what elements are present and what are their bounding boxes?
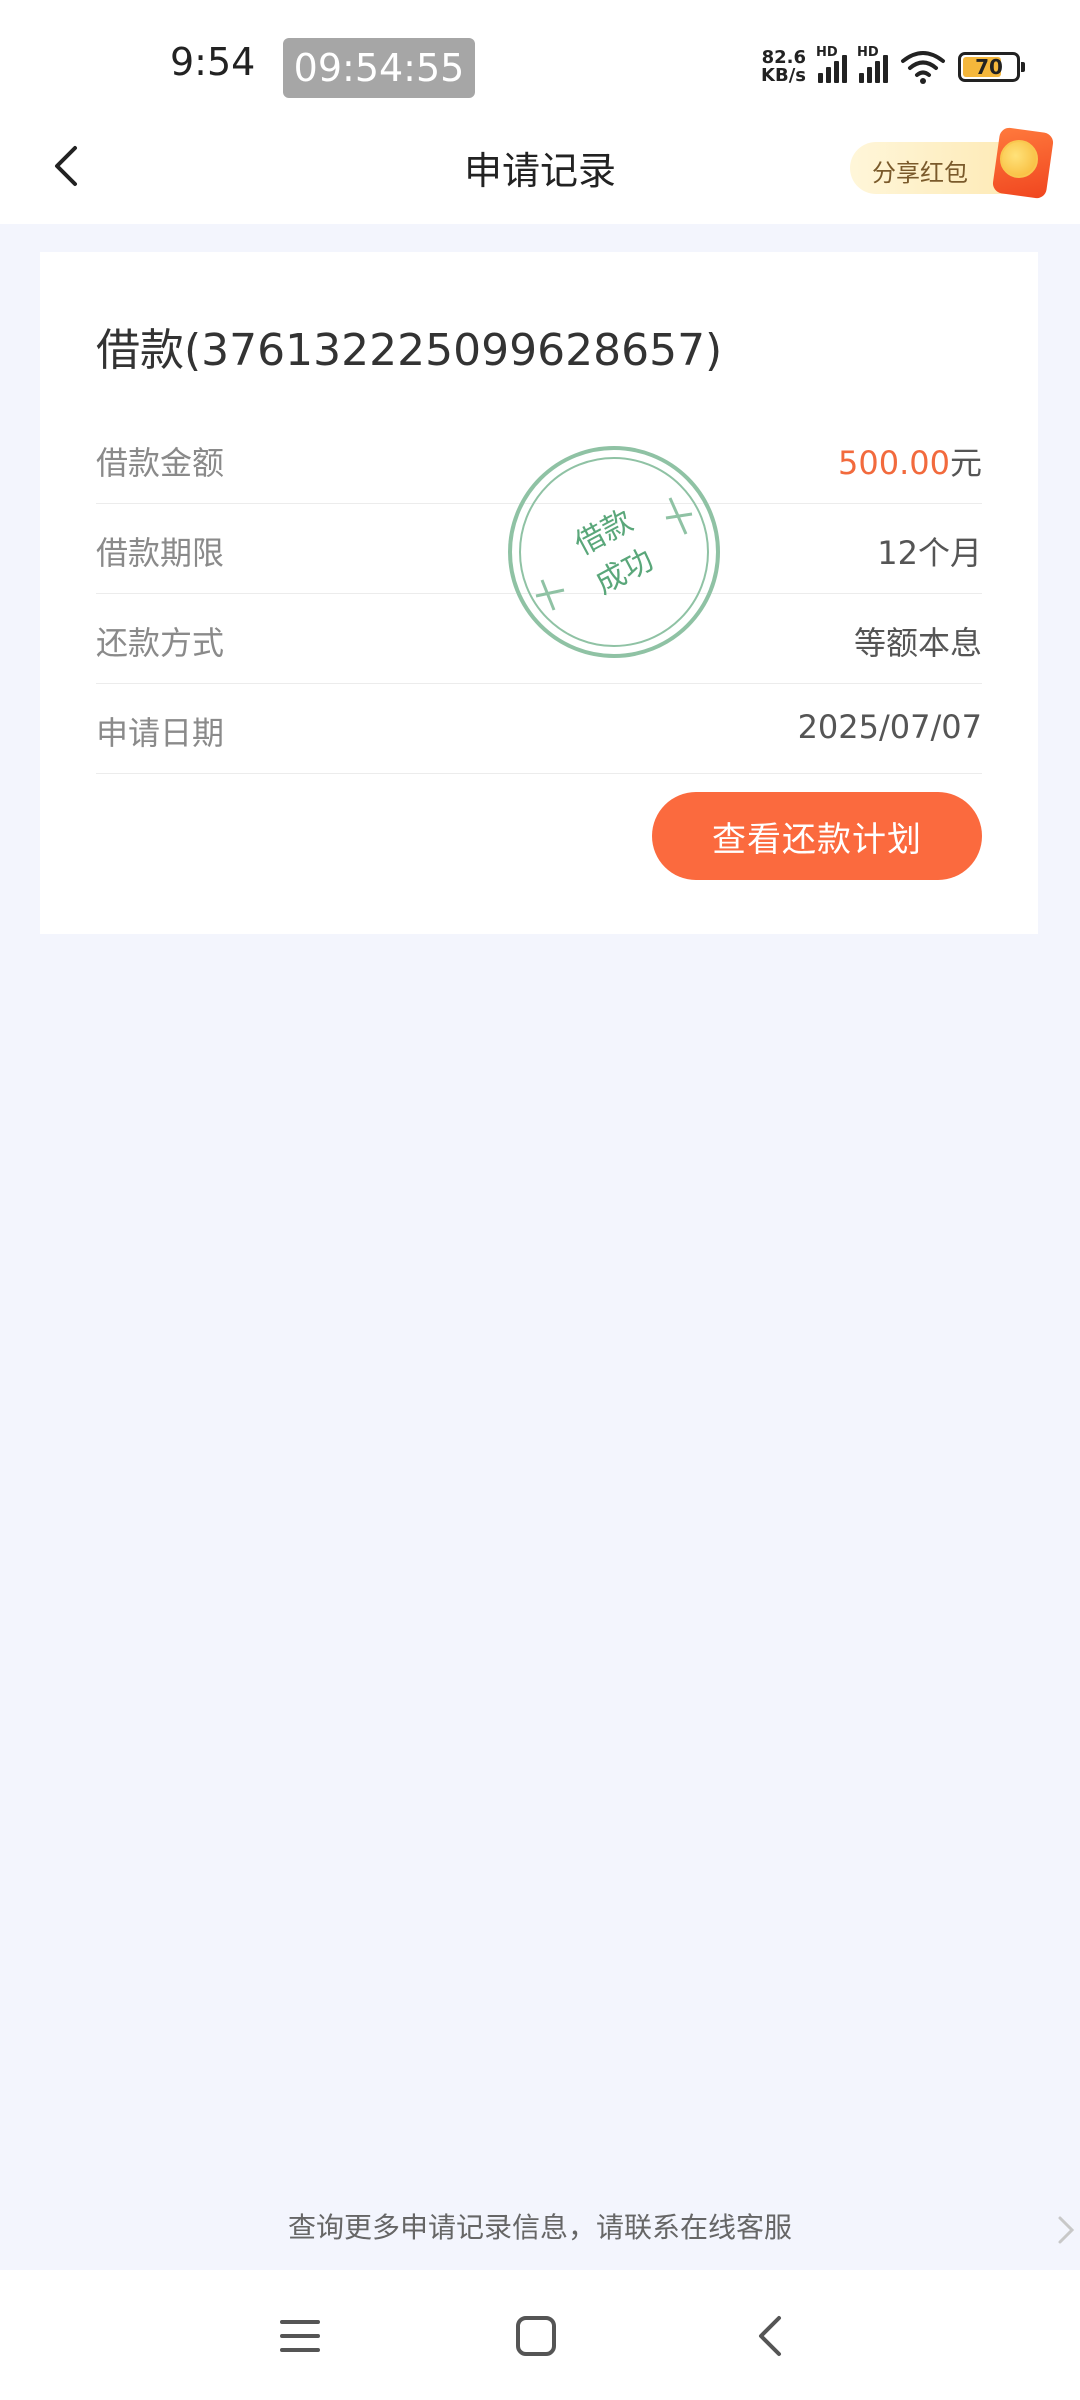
amount-unit: 元 <box>949 444 982 482</box>
status-time: 9:54 <box>170 40 256 84</box>
loan-amount-label: 借款金额 <box>96 444 225 482</box>
loan-term-value: 12个月 <box>877 534 982 572</box>
battery-icon: 70 <box>958 52 1025 82</box>
application-date-value: 2025/07/07 <box>797 708 982 746</box>
repayment-method-label: 还款方式 <box>96 624 225 662</box>
screen-recorder-timer: 09:54:55 <box>283 38 475 98</box>
square-icon <box>516 2316 556 2356</box>
wifi-icon <box>901 51 945 84</box>
share-red-packet-label: 分享红包 <box>872 159 968 187</box>
view-repayment-plan-button[interactable]: 查看还款计划 <box>652 792 982 880</box>
chevron-right-icon <box>1058 2216 1075 2244</box>
coin-icon <box>1000 140 1038 178</box>
loan-title: 借款(37613222509962865​7) <box>96 325 723 376</box>
battery-level: 70 <box>975 55 1003 79</box>
chevron-left-icon <box>759 2316 781 2356</box>
system-back-button[interactable] <box>740 2306 800 2366</box>
system-navigation-bar <box>0 2270 1080 2400</box>
signal-icon-2: HD <box>857 45 888 83</box>
row-application-date: 申请日期 2025/07/07 <box>96 684 982 774</box>
signal-icon: HD <box>816 45 847 83</box>
success-stamp: 借款 成功 <box>508 446 720 658</box>
loan-amount-value: 500.00元 <box>838 438 982 484</box>
amount-number: 500.00 <box>838 444 950 482</box>
share-red-packet-button[interactable]: 分享红包 <box>850 126 1055 200</box>
hd-label: HD <box>816 45 838 60</box>
menu-icon <box>280 2320 320 2352</box>
network-speed: 82.6 KB/s <box>761 49 806 85</box>
hd-label-2: HD <box>857 45 879 60</box>
loan-record-card: 借款(37613222509962865​7) 借款金额 500.00元 借款期… <box>40 252 1038 934</box>
loan-term-label: 借款期限 <box>96 534 225 572</box>
status-indicators: 82.6 KB/s HD HD 70 <box>761 42 1025 92</box>
network-speed-unit: KB/s <box>761 65 806 86</box>
home-button[interactable] <box>506 2306 566 2366</box>
contact-service-note[interactable]: 查询更多申请记录信息，请联系在线客服 <box>0 2206 1080 2246</box>
application-date-label: 申请日期 <box>96 714 225 752</box>
repayment-method-value: 等额本息 <box>853 624 982 662</box>
navigation-bar: 申请记录 分享红包 <box>0 110 1080 224</box>
recent-apps-button[interactable] <box>270 2306 330 2366</box>
